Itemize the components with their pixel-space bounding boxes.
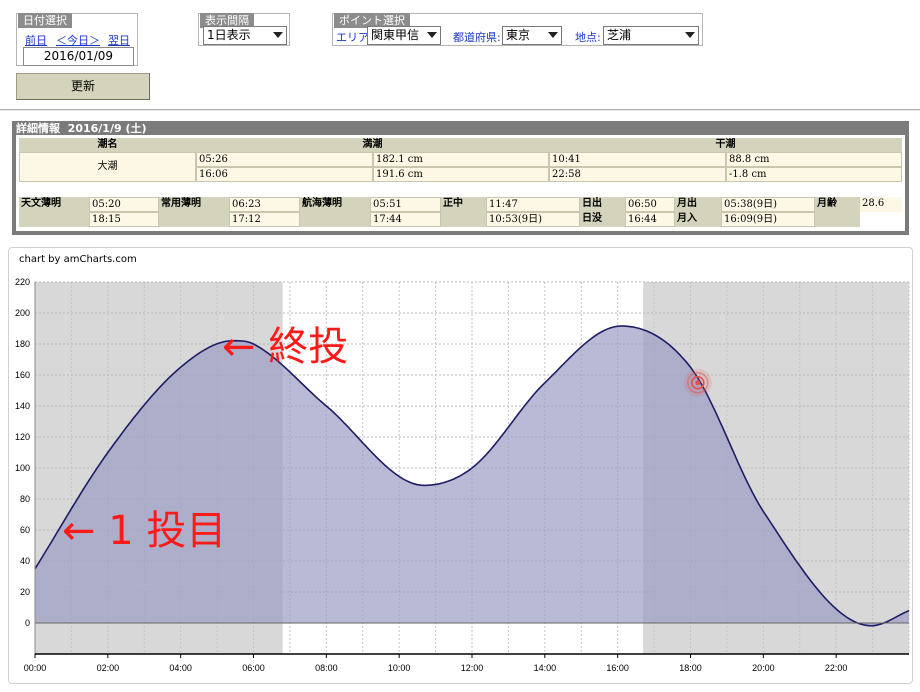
y-tick-label: 100 [15,463,30,473]
tide-chart: 22020018016014012010080604020000:00 02:00… [15,277,910,673]
x-tick-label: 02:00 [97,663,120,673]
marker-dot [695,380,701,386]
x-tick-label: 00:00 [24,663,47,673]
x-tick-label: 04:00 [169,663,192,673]
y-tick-label: 80 [20,494,30,504]
y-tick-label: 220 [15,277,30,287]
x-tick-label: 20:00 [752,663,775,673]
y-tick-label: 20 [20,587,30,597]
y-tick-label: 0 [25,618,30,628]
x-tick-label: 22:00 [825,663,848,673]
x-tick-label: 06:00 [242,663,265,673]
y-tick-label: 180 [15,339,30,349]
x-tick-label: 12:00 [461,663,484,673]
y-tick-label: 120 [15,432,30,442]
x-tick-label: 16:00 [606,663,629,673]
x-tick-label: 08:00 [315,663,338,673]
y-tick-label: 60 [20,525,30,535]
x-tick-label: 18:00 [679,663,702,673]
y-tick-label: 40 [20,556,30,566]
y-tick-label: 160 [15,370,30,380]
x-tick-label: 14:00 [534,663,557,673]
y-tick-label: 140 [15,401,30,411]
y-tick-label: 200 [15,308,30,318]
annotation-first-cast: ← 1 投目 [62,508,226,554]
x-tick-label: 10:00 [388,663,411,673]
annotation-last-cast: ← 終投 [222,324,348,370]
